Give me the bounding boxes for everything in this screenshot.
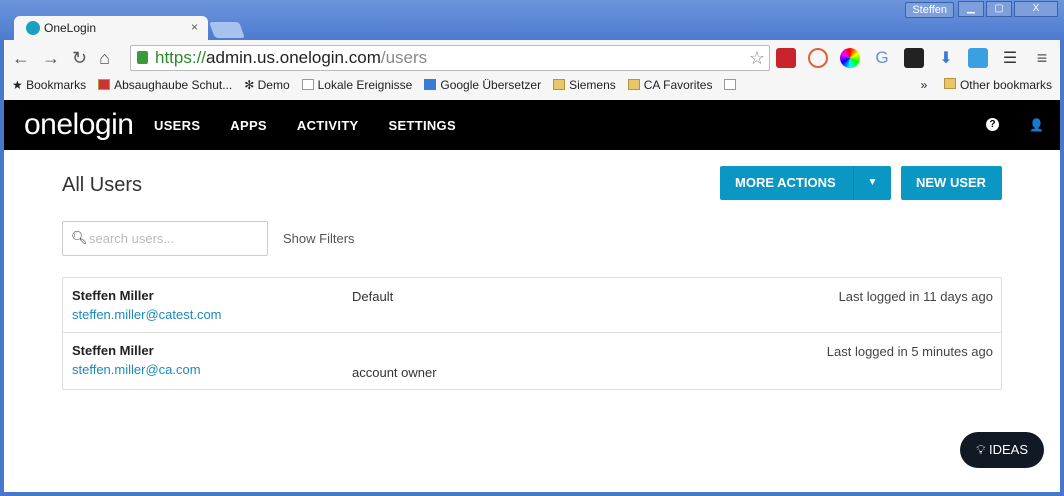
url-host: admin.us.onelogin.com	[206, 48, 381, 67]
lastpass-extension-icon[interactable]	[776, 48, 796, 68]
bookmark-item[interactable]	[724, 78, 740, 92]
help-icon[interactable]: ?	[986, 118, 1000, 131]
bookmark-folder[interactable]: Siemens	[553, 78, 616, 92]
onelogin-logo[interactable]: onelogin	[24, 108, 154, 142]
caret-down-icon[interactable]: ▼	[853, 166, 891, 200]
bookmark-item[interactable]: Lokale Ereignisse	[301, 78, 412, 92]
user-email[interactable]: steffen.miller@catest.com	[72, 307, 222, 322]
browser-toolbar: ← → ↻ ⌂ https://admin.us.onelogin.com/us…	[4, 40, 1060, 100]
color-picker-extension-icon[interactable]	[840, 48, 860, 68]
maximize-button[interactable]: ▢	[986, 1, 1012, 17]
folder-icon	[943, 78, 956, 89]
nav-activity[interactable]: ACTIVITY	[297, 118, 359, 133]
more-actions-button[interactable]: MORE ACTIONS ▼	[720, 166, 891, 200]
search-input[interactable]: 🔍︎ search users...	[62, 221, 268, 256]
last-login: Last logged in 11 days ago	[838, 289, 993, 304]
back-icon[interactable]: ←	[12, 48, 30, 69]
tab-title: OneLogin	[44, 21, 97, 35]
bookmark-star-icon[interactable]: ☆	[749, 46, 765, 70]
cloud-extension-icon[interactable]	[968, 48, 988, 68]
url-path: /users	[380, 48, 428, 67]
bookmarks-overflow[interactable]: »	[921, 78, 928, 92]
bookmark-item[interactable]: ★ Bookmarks	[12, 78, 86, 92]
chrome-menu-icon[interactable]: ≡	[1032, 48, 1052, 68]
browser-tab[interactable]: OneLogin ×	[14, 16, 208, 40]
download-extension-icon[interactable]: ⬇	[936, 48, 956, 68]
address-bar[interactable]: https://admin.us.onelogin.com/users ☆	[130, 45, 770, 71]
bookmark-item[interactable]: ✻ Demo	[244, 78, 289, 92]
page-title: All Users	[62, 174, 143, 196]
user-name[interactable]: Steffen Miller	[72, 288, 154, 303]
user-row[interactable]: Steffen Miller steffen.miller@ca.com acc…	[63, 333, 1001, 389]
traffic-light-extension-icon[interactable]: ☰	[1000, 48, 1020, 68]
ideas-button[interactable]: 💡︎ IDEAS	[960, 432, 1044, 468]
folder-icon	[627, 79, 640, 90]
nav-apps[interactable]: APPS	[230, 118, 267, 133]
home-icon[interactable]: ⌂	[99, 48, 110, 69]
bookmarks-bar: ★ Bookmarks Absaughaube Schut... ✻ Demo …	[12, 78, 740, 92]
bookmark-folder[interactable]: CA Favorites	[627, 78, 712, 92]
users-list: Steffen Miller steffen.miller@catest.com…	[62, 277, 1002, 390]
lightbulb-icon: 💡︎	[976, 442, 986, 457]
minimize-button[interactable]: ▁	[958, 1, 984, 17]
user-role: Default	[352, 289, 394, 304]
new-user-button[interactable]: NEW USER	[901, 166, 1002, 200]
url-scheme: https://	[155, 48, 207, 67]
search-icon: 🔍︎	[71, 230, 88, 245]
folder-icon	[553, 79, 566, 90]
close-tab-icon[interactable]: ×	[191, 20, 198, 34]
user-email[interactable]: steffen.miller@ca.com	[72, 362, 201, 377]
user-row[interactable]: Steffen Miller steffen.miller@catest.com…	[63, 278, 1001, 333]
extension-icon[interactable]	[808, 48, 828, 68]
top-nav: onelogin USERS APPS ACTIVITY SETTINGS ? …	[4, 100, 1060, 150]
forward-icon[interactable]: →	[42, 48, 60, 69]
profile-badge[interactable]: Steffen	[905, 2, 954, 18]
lock-icon	[137, 51, 148, 64]
user-icon[interactable]: 👤	[1029, 118, 1044, 132]
onelogin-favicon-icon	[26, 21, 40, 35]
user-role: account owner	[352, 365, 437, 380]
last-login: Last logged in 5 minutes ago	[826, 344, 993, 359]
nav-users[interactable]: USERS	[154, 118, 200, 133]
other-bookmarks[interactable]: Other bookmarks	[960, 78, 1052, 92]
nav-settings[interactable]: SETTINGS	[389, 118, 456, 133]
reload-icon[interactable]: ↻	[72, 48, 87, 69]
extension-icon[interactable]	[904, 48, 924, 68]
new-tab-button[interactable]	[209, 22, 245, 38]
page-content: onelogin USERS APPS ACTIVITY SETTINGS ? …	[4, 100, 1060, 492]
close-window-button[interactable]: X	[1014, 1, 1058, 17]
bookmark-item[interactable]: Absaughaube Schut...	[98, 78, 232, 92]
show-filters-link[interactable]: Show Filters	[283, 231, 355, 246]
user-name[interactable]: Steffen Miller	[72, 343, 154, 358]
google-extension-icon[interactable]: G	[872, 48, 892, 68]
bookmark-item[interactable]: Google Übersetzer	[424, 78, 541, 92]
window-titlebar: Steffen ▁ ▢ X OneLogin ×	[0, 0, 1064, 40]
